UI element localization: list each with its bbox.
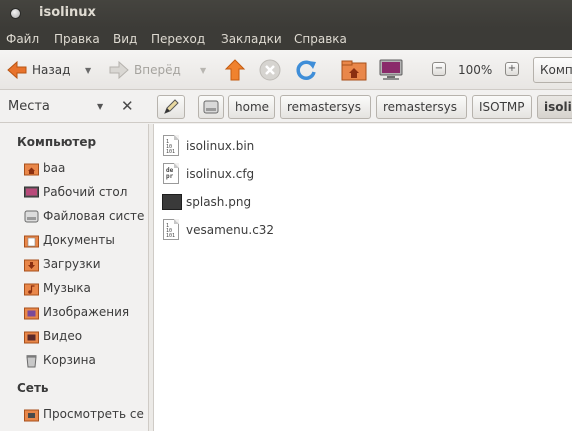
- file-name: vesamenu.c32: [186, 223, 275, 237]
- crumb-isolinux[interactable]: isolinux: [537, 95, 572, 119]
- computer-button[interactable]: [378, 57, 404, 83]
- home-folder-icon: [341, 60, 367, 81]
- menu-go[interactable]: Переход: [151, 32, 205, 46]
- up-arrow-icon: [224, 59, 246, 81]
- zoom-level: 100%: [458, 63, 493, 77]
- file-item[interactable]: de pr isolinux.cfg: [162, 163, 254, 185]
- sidebar-item-label: baa: [43, 161, 66, 175]
- sidebar-item-label: Корзина: [43, 353, 96, 367]
- network-icon: [24, 409, 39, 421]
- binary-file-icon: 1 10 101: [162, 219, 180, 241]
- reload-button[interactable]: [294, 57, 318, 83]
- forward-arrow-icon: [109, 60, 129, 80]
- sidebar-item-label: Просмотреть сеть: [43, 407, 144, 421]
- title-bar: isolinux: [0, 0, 572, 28]
- sidebar-heading-network: Сеть: [17, 381, 49, 395]
- menu-help[interactable]: Справка: [294, 32, 347, 46]
- sidebar-item-browse-network[interactable]: Просмотреть сеть: [24, 405, 144, 423]
- sidebar-item-label: Изображения: [43, 305, 130, 319]
- file-name: isolinux.bin: [186, 139, 255, 153]
- sidebar-heading-computer: Компьютер: [17, 135, 97, 149]
- crumb-remastersys-2[interactable]: remastersys: [376, 95, 467, 119]
- file-item[interactable]: 1 10 101 isolinux.bin: [162, 135, 254, 157]
- file-name: splash.png: [186, 195, 252, 209]
- sidebar-item-label: Видео: [43, 329, 83, 343]
- crumb-home[interactable]: home: [228, 95, 275, 119]
- sidebar-mode-select[interactable]: Места: [8, 99, 50, 114]
- sidebar-item-filesystem[interactable]: Файловая система: [24, 207, 144, 225]
- back-arrow-icon: [7, 60, 27, 80]
- home-folder-icon: [24, 163, 39, 175]
- zoom-in-button[interactable]: +: [505, 62, 519, 76]
- music-folder-icon: [24, 283, 39, 295]
- sidebar-item-pictures[interactable]: Изображения: [24, 303, 144, 321]
- location-bar: Места ▼ ✕ home remastersys remastersys I…: [0, 91, 572, 123]
- crumb-remastersys-1[interactable]: remastersys: [280, 95, 371, 119]
- sidebar-item-label: Загрузки: [43, 257, 101, 271]
- file-list: 1 10 101 isolinux.bin de pr isolinux.cfg sp…: [154, 124, 572, 431]
- toolbar: Назад ▼ Вперёд ▼ − 100% + Комп: [0, 50, 572, 90]
- sidebar-item-home[interactable]: baa: [24, 159, 144, 177]
- sidebar-item-music[interactable]: Музыка: [24, 279, 144, 297]
- downloads-folder-icon: [24, 259, 39, 271]
- view-mode-select[interactable]: Компактный вид: [533, 57, 572, 83]
- chevron-down-icon[interactable]: ▼: [97, 102, 103, 111]
- file-item[interactable]: splash.png: [162, 191, 251, 213]
- menu-file[interactable]: Файл: [6, 32, 39, 46]
- back-history-dropdown[interactable]: ▼: [85, 57, 91, 83]
- sidebar-item-label: Документы: [43, 233, 115, 247]
- sidebar-item-downloads[interactable]: Загрузки: [24, 255, 144, 273]
- computer-icon: [379, 59, 403, 80]
- documents-folder-icon: [24, 235, 39, 247]
- sidebar-item-label: Рабочий стол: [43, 185, 128, 199]
- videos-folder-icon: [24, 331, 39, 343]
- trash-icon: [26, 354, 37, 367]
- stop-icon: [259, 59, 281, 81]
- menu-bookmarks[interactable]: Закладки: [221, 32, 282, 46]
- zoom-out-button[interactable]: −: [432, 62, 446, 76]
- binary-file-icon: 1 10 101: [162, 135, 180, 157]
- sidebar-item-videos[interactable]: Видео: [24, 327, 144, 345]
- close-sidebar-icon[interactable]: ✕: [121, 97, 134, 115]
- sidebar-item-label: Музыка: [43, 281, 91, 295]
- file-manager-window: isolinux Файл Правка Вид Переход Закладк…: [0, 0, 572, 431]
- sidebar-item-documents[interactable]: Документы: [24, 231, 144, 249]
- window-menu-icon[interactable]: [10, 8, 21, 19]
- back-button[interactable]: Назад: [6, 57, 70, 83]
- reload-icon: [296, 60, 316, 80]
- drive-icon: [203, 100, 219, 114]
- pictures-folder-icon: [24, 307, 39, 319]
- config-file-icon: de pr: [162, 163, 180, 185]
- crumb-filesystem[interactable]: [198, 95, 224, 119]
- image-file-icon: [162, 191, 182, 213]
- forward-label: Вперёд: [134, 63, 181, 77]
- drive-icon: [24, 210, 39, 222]
- sidebar-item-label: Файловая система: [43, 209, 144, 223]
- sidebar-item-desktop[interactable]: Рабочий стол: [24, 183, 144, 201]
- menu-view[interactable]: Вид: [113, 32, 137, 46]
- stop-button[interactable]: [259, 57, 281, 83]
- menu-edit[interactable]: Правка: [54, 32, 100, 46]
- up-button[interactable]: [224, 57, 246, 83]
- places-sidebar: Компьютер baa Рабочий стол Файловая сист…: [0, 124, 148, 431]
- crumb-isotmp[interactable]: ISOTMP: [472, 95, 532, 119]
- back-label: Назад: [32, 63, 71, 77]
- home-button[interactable]: [341, 57, 367, 83]
- desktop-icon: [24, 186, 39, 197]
- menu-bar: Файл Правка Вид Переход Закладки Справка: [0, 28, 572, 50]
- pencil-icon: [164, 99, 179, 114]
- file-name: isolinux.cfg: [186, 167, 255, 181]
- forward-history-dropdown[interactable]: ▼: [200, 57, 206, 83]
- edit-location-button[interactable]: [157, 95, 185, 119]
- window-title: isolinux: [39, 5, 96, 20]
- file-item[interactable]: 1 10 101 vesamenu.c32: [162, 219, 274, 241]
- forward-button[interactable]: Вперёд: [108, 57, 181, 83]
- sidebar-item-trash[interactable]: Корзина: [24, 351, 144, 369]
